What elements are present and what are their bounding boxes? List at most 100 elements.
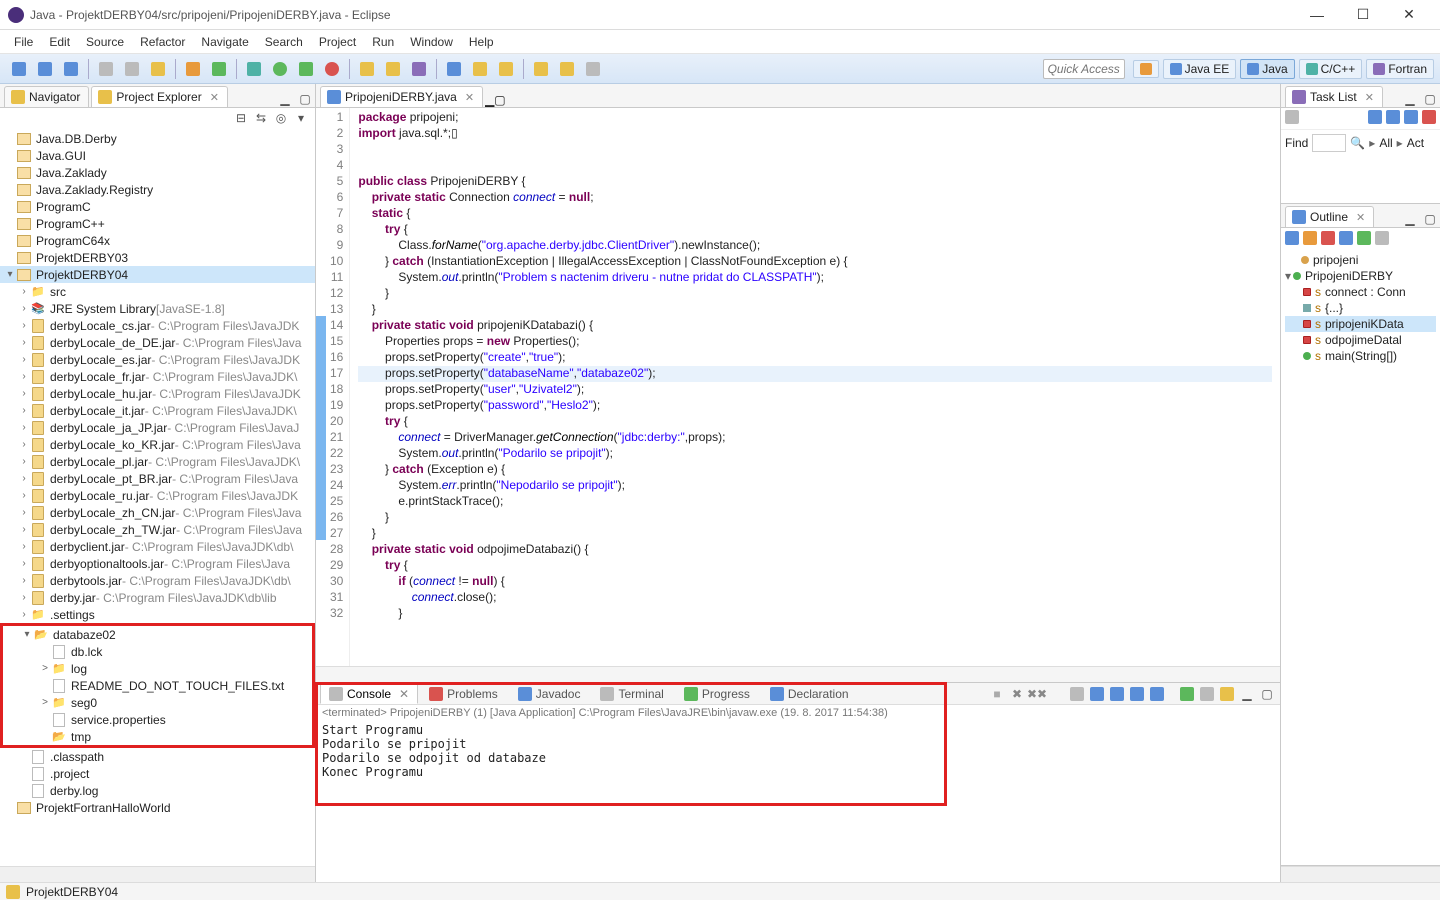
close-icon[interactable]: ✕ <box>399 687 409 701</box>
editor-maximize-button[interactable]: ▢ <box>494 93 505 107</box>
perspective-java-ee[interactable]: Java EE <box>1163 59 1237 79</box>
find-go-icon[interactable]: 🔍 <box>1350 136 1365 150</box>
view-maximize-button[interactable]: ▢ <box>297 91 313 107</box>
annotation-next-button[interactable] <box>495 58 517 80</box>
new-folder-button[interactable] <box>356 58 378 80</box>
tab-task-list[interactable]: Task List✕ <box>1285 86 1383 107</box>
console-display-button[interactable] <box>1198 685 1216 703</box>
project-item-open[interactable]: ▾ProjektDERBY04 <box>0 266 315 283</box>
database-item[interactable]: service.properties <box>3 711 312 728</box>
menu-run[interactable]: Run <box>364 32 402 52</box>
annotation-prev-button[interactable] <box>469 58 491 80</box>
window-close-button[interactable]: ✕ <box>1386 0 1432 30</box>
src-folder[interactable]: ›src <box>0 283 315 300</box>
java-editor[interactable]: 1234567891011121314151617181920212223242… <box>316 108 1280 666</box>
tab-progress[interactable]: Progress <box>675 684 759 704</box>
sync-button[interactable] <box>1404 110 1418 127</box>
console-scroll-lock-button[interactable] <box>1088 685 1106 703</box>
new-class-button[interactable] <box>208 58 230 80</box>
jre-library[interactable]: ›JRE System Library [JavaSE-1.8] <box>0 300 315 317</box>
outline-field-connect[interactable]: sconnect : Conn <box>1285 284 1436 300</box>
database-item[interactable]: db.lck <box>3 643 312 660</box>
tab-declaration[interactable]: Declaration <box>761 684 858 704</box>
jar-item[interactable]: ›derbyLocale_pl.jar - C:\Program Files\J… <box>0 453 315 470</box>
outline-method-pripojeni[interactable]: spripojeniKData <box>1285 316 1436 332</box>
new-button[interactable] <box>8 58 30 80</box>
open-type-button[interactable] <box>408 58 430 80</box>
categorize-button[interactable] <box>1368 110 1382 127</box>
window-maximize-button[interactable]: ☐ <box>1340 0 1386 30</box>
window-minimize-button[interactable]: — <box>1294 0 1340 30</box>
hide-fields-button[interactable] <box>1303 231 1317 248</box>
view-minimize-button[interactable]: ▁ <box>1402 91 1418 107</box>
database-folder[interactable]: ▾databaze02 <box>3 626 312 643</box>
open-perspective-button[interactable] <box>1133 60 1159 78</box>
close-icon[interactable]: ✕ <box>1365 91 1374 104</box>
project-item[interactable]: ProjektFortranHalloWorld <box>0 799 315 816</box>
menu-help[interactable]: Help <box>461 32 502 52</box>
link-editor-button[interactable]: ⇆ <box>253 110 269 126</box>
tab-navigator[interactable]: Navigator <box>4 86 89 107</box>
console-terminate-button[interactable]: ■ <box>988 685 1006 703</box>
build-button[interactable] <box>121 58 143 80</box>
project-file[interactable]: .project <box>0 765 315 782</box>
settings-folder[interactable]: ›.settings <box>0 606 315 623</box>
hide-static-button[interactable] <box>1321 231 1335 248</box>
outline-static-init[interactable]: s{...} <box>1285 300 1436 316</box>
console-word-wrap-button[interactable] <box>1108 685 1126 703</box>
editor-minimize-button[interactable]: ▁ <box>485 93 494 107</box>
editor-tab-pripojeniderby[interactable]: PripojeniDERBY.java✕ <box>320 86 483 107</box>
jar-item[interactable]: ›derbyLocale_zh_CN.jar - C:\Program File… <box>0 504 315 521</box>
jar-item[interactable]: ›derbyLocale_fr.jar - C:\Program Files\J… <box>0 368 315 385</box>
jar-item[interactable]: ›derbytools.jar - C:\Program Files\JavaJ… <box>0 572 315 589</box>
console-clear-button[interactable] <box>1068 685 1086 703</box>
menu-search[interactable]: Search <box>257 32 311 52</box>
outline-method-main[interactable]: smain(String[]) <box>1285 348 1436 364</box>
save-button[interactable] <box>34 58 56 80</box>
jar-item[interactable]: ›derbyLocale_de_DE.jar - C:\Program File… <box>0 334 315 351</box>
project-item[interactable]: Java.Zaklady <box>0 164 315 181</box>
debug-button[interactable] <box>243 58 265 80</box>
view-minimize-button[interactable]: ▁ <box>277 91 293 107</box>
project-item[interactable]: ProgramC++ <box>0 215 315 232</box>
menu-refactor[interactable]: Refactor <box>132 32 193 52</box>
console-remove-button[interactable]: ✖ <box>1008 685 1026 703</box>
jar-item[interactable]: ›derbyLocale_cs.jar - C:\Program Files\J… <box>0 317 315 334</box>
menu-project[interactable]: Project <box>311 32 364 52</box>
console-open-button[interactable] <box>1218 685 1236 703</box>
focus-button[interactable] <box>1375 231 1389 248</box>
tab-console[interactable]: Console✕ <box>320 684 418 704</box>
perspective-cpp[interactable]: C/C++ <box>1299 59 1363 79</box>
view-minimize-button[interactable]: ▁ <box>1402 211 1418 227</box>
project-item[interactable]: ProgramC <box>0 198 315 215</box>
hide-local-button[interactable] <box>1357 231 1371 248</box>
tab-project-explorer[interactable]: Project Explorer✕ <box>91 86 228 107</box>
menu-edit[interactable]: Edit <box>41 32 78 52</box>
jar-item[interactable]: ›derbyoptionaltools.jar - C:\Program Fil… <box>0 555 315 572</box>
jar-item[interactable]: ›derbyclient.jar - C:\Program Files\Java… <box>0 538 315 555</box>
tab-problems[interactable]: Problems <box>420 684 507 704</box>
project-explorer-tree[interactable]: Java.DB.DerbyJava.GUIJava.ZakladyJava.Za… <box>0 128 315 866</box>
find-input[interactable] <box>1312 134 1346 152</box>
project-item[interactable]: Java.Zaklady.Registry <box>0 181 315 198</box>
tab-javadoc[interactable]: Javadoc <box>509 684 590 704</box>
skip-breakpoints-button[interactable] <box>147 58 169 80</box>
jar-item[interactable]: ›derbyLocale_ja_JP.jar - C:\Program File… <box>0 419 315 436</box>
console-output[interactable]: Start Programu Podarilo se pripojit Poda… <box>316 721 1280 882</box>
collapse-all-button[interactable]: ⊟ <box>233 110 249 126</box>
tab-terminal[interactable]: Terminal <box>591 684 672 704</box>
outline-tree[interactable]: pripojeni ▾PripojeniDERBY sconnect : Con… <box>1281 250 1440 366</box>
filter-all[interactable]: All <box>1379 136 1392 150</box>
filter-activate[interactable]: Act <box>1407 136 1424 150</box>
console-show-on-out-button[interactable] <box>1128 685 1146 703</box>
filter-button[interactable] <box>1386 110 1400 127</box>
console-remove-all-button[interactable]: ✖✖ <box>1028 685 1046 703</box>
jar-item[interactable]: ›derbyLocale_hu.jar - C:\Program Files\J… <box>0 385 315 402</box>
editor-horizontal-scrollbar[interactable] <box>316 666 1280 682</box>
project-file[interactable]: .classpath <box>0 748 315 765</box>
new-file-button[interactable] <box>382 58 404 80</box>
perspective-java[interactable]: Java <box>1240 59 1294 79</box>
outline-package[interactable]: pripojeni <box>1285 252 1436 268</box>
project-item[interactable]: ProgramC64x <box>0 232 315 249</box>
forward-button[interactable] <box>556 58 578 80</box>
